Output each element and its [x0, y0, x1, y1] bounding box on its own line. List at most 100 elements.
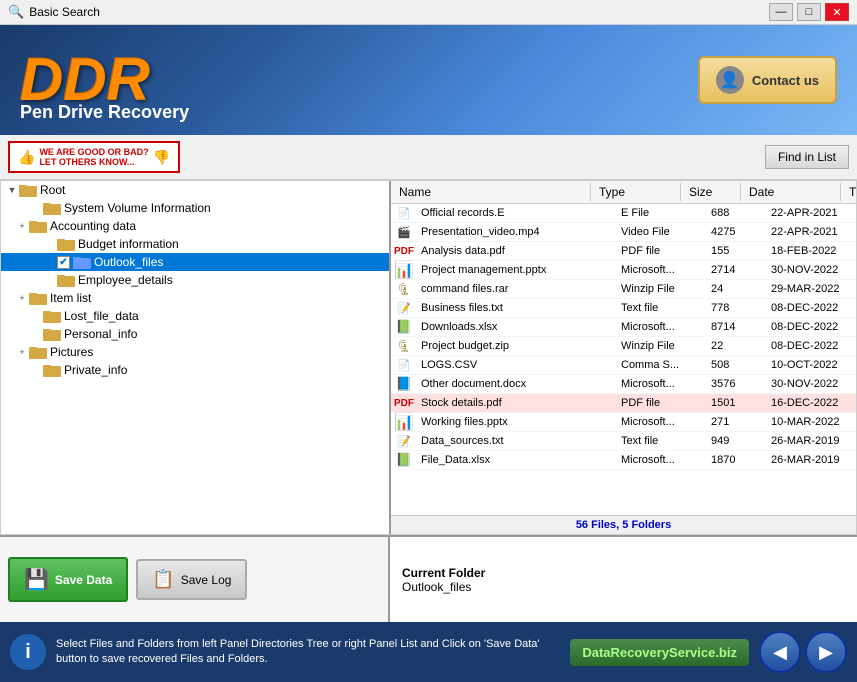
header: DDR Pen Drive Recovery 👤 Contact us: [0, 25, 857, 135]
file-size: 688: [703, 206, 763, 220]
forward-button[interactable]: ▶: [805, 631, 847, 673]
tree-root[interactable]: ▼ Root: [1, 181, 389, 199]
tree-item-personal[interactable]: ▷ Personal_info: [1, 325, 389, 343]
file-name: Presentation_video.mp4: [413, 225, 613, 239]
file-icon: 📄: [395, 357, 413, 373]
col-header-name[interactable]: Name: [391, 183, 591, 201]
file-icon: 🗜: [395, 281, 413, 297]
file-date: 30-NOV-2022: [763, 263, 856, 277]
file-icon: 🗜: [395, 338, 413, 354]
contact-avatar-icon: 👤: [716, 66, 744, 94]
file-name: Official records.E: [413, 206, 613, 220]
file-row[interactable]: 📊 Project management.pptx Microsoft... 2…: [391, 261, 856, 280]
tree-item-system-volume[interactable]: ▷ System Volume Information: [1, 199, 389, 217]
file-name: Stock details.pdf: [413, 396, 613, 410]
col-header-size[interactable]: Size: [681, 183, 741, 201]
file-type: Text file: [613, 434, 703, 448]
file-size: 22: [703, 339, 763, 353]
tree-item-pictures[interactable]: + Pictures: [1, 343, 389, 361]
file-date: 08-DEC-2022: [763, 301, 856, 315]
tree-item-budget[interactable]: ▷ Budget information: [1, 235, 389, 253]
review-badge[interactable]: 👍 WE ARE GOOD OR BAD? LET OTHERS KNOW...…: [8, 141, 180, 173]
file-row[interactable]: 📗 Downloads.xlsx Microsoft... 8714 08-DE…: [391, 318, 856, 337]
file-row[interactable]: 🎬 Presentation_video.mp4 Video File 4275…: [391, 223, 856, 242]
file-row[interactable]: 🗜 command files.rar Winzip File 24 29-MA…: [391, 280, 856, 299]
expand-accounting-icon[interactable]: +: [15, 219, 29, 233]
file-type: Microsoft...: [613, 415, 703, 429]
folder-icon: [57, 273, 75, 287]
close-button[interactable]: ✕: [825, 3, 849, 21]
save-log-button[interactable]: 📋 Save Log: [136, 559, 247, 600]
file-icon: 📊: [395, 414, 413, 430]
file-type: Microsoft...: [613, 453, 703, 467]
status-text: Select Files and Folders from left Panel…: [56, 637, 560, 668]
website-badge: DataRecoveryService.biz: [570, 639, 749, 666]
file-icon: 📊: [395, 262, 413, 278]
file-count-status: 56 Files, 5 Folders: [391, 515, 856, 534]
file-type: Microsoft...: [613, 320, 703, 334]
restore-button[interactable]: □: [797, 3, 821, 21]
file-list-body: 📄 Official records.E E File 688 22-APR-2…: [391, 204, 856, 515]
toolbar: 👍 WE ARE GOOD OR BAD? LET OTHERS KNOW...…: [0, 135, 857, 180]
col-header-time[interactable]: Time: [841, 183, 856, 201]
file-name: Project budget.zip: [413, 339, 613, 353]
outlook-checkbox[interactable]: ✔: [57, 256, 70, 269]
tree-item-employee[interactable]: ▷ Employee_details: [1, 271, 389, 289]
file-row[interactable]: 📝 Data_sources.txt Text file 949 26-MAR-…: [391, 432, 856, 451]
folder-icon: [43, 363, 61, 377]
file-row[interactable]: 📗 File_Data.xlsx Microsoft... 1870 26-MA…: [391, 451, 856, 470]
file-size: 155: [703, 244, 763, 258]
review-text: WE ARE GOOD OR BAD? LET OTHERS KNOW...: [39, 147, 148, 167]
file-date: 10-OCT-2022: [763, 358, 856, 372]
file-size: 778: [703, 301, 763, 315]
file-row[interactable]: 📄 Official records.E E File 688 22-APR-2…: [391, 204, 856, 223]
file-list-panel: Name Type Size Date Time 📄 Official reco…: [391, 181, 856, 534]
folder-icon: [29, 291, 47, 305]
save-data-button[interactable]: 💾 Save Data: [8, 557, 128, 602]
contact-button[interactable]: 👤 Contact us: [698, 56, 837, 104]
file-icon: 📝: [395, 300, 413, 316]
expand-root-icon[interactable]: ▼: [5, 183, 19, 197]
file-row[interactable]: 📄 LOGS.CSV Comma S... 508 10-OCT-2022 04…: [391, 356, 856, 375]
file-row-highlighted[interactable]: PDF Stock details.pdf PDF file 1501 16-D…: [391, 394, 856, 413]
find-in-list-button[interactable]: Find in List: [765, 145, 849, 169]
minimize-button[interactable]: —: [769, 3, 793, 21]
file-row[interactable]: 📊 Working files.pptx Microsoft... 271 10…: [391, 413, 856, 432]
file-row[interactable]: PDF Analysis data.pdf PDF file 155 18-FE…: [391, 242, 856, 261]
save-icon: 💾: [24, 567, 49, 592]
file-name: Working files.pptx: [413, 415, 613, 429]
file-icon: 📄: [395, 205, 413, 221]
tree-item-lost[interactable]: ▷ Lost_file_data: [1, 307, 389, 325]
file-name: LOGS.CSV: [413, 358, 613, 372]
tree-item-outlook-files[interactable]: ▷ ✔ Outlook_files: [1, 253, 389, 271]
file-size: 8714: [703, 320, 763, 334]
tree-item-itemlist[interactable]: + Item list: [1, 289, 389, 307]
info-icon: i: [10, 634, 46, 670]
file-row[interactable]: 🗜 Project budget.zip Winzip File 22 08-D…: [391, 337, 856, 356]
file-name: Project management.pptx: [413, 263, 613, 277]
file-size: 1870: [703, 453, 763, 467]
tree-item-private[interactable]: ▷ Private_info: [1, 361, 389, 379]
file-icon: 🎬: [395, 224, 413, 240]
file-row[interactable]: 📝 Business files.txt Text file 778 08-DE…: [391, 299, 856, 318]
main-content: ▼ Root ▷ System Volume Information + Acc…: [0, 180, 857, 535]
tree-item-accounting[interactable]: + Accounting data: [1, 217, 389, 235]
ddr-logo: DDR: [20, 50, 150, 110]
titlebar-buttons: — □ ✕: [769, 3, 849, 21]
file-icon: 📗: [395, 452, 413, 468]
file-row[interactable]: 📘 Other document.docx Microsoft... 3576 …: [391, 375, 856, 394]
current-folder-value: Outlook_files: [402, 580, 845, 594]
col-header-date[interactable]: Date: [741, 183, 841, 201]
root-folder-icon: [19, 183, 37, 197]
file-date: 18-FEB-2022: [763, 244, 856, 258]
file-type: Video File: [613, 225, 703, 239]
file-name: Data_sources.txt: [413, 434, 613, 448]
expand-pictures-icon[interactable]: +: [15, 345, 29, 359]
current-folder-label: Current Folder: [402, 566, 845, 580]
folder-icon: [43, 327, 61, 341]
folder-icon: [29, 345, 47, 359]
expand-itemlist-icon[interactable]: +: [15, 291, 29, 305]
back-button[interactable]: ◀: [759, 631, 801, 673]
file-date: 08-DEC-2022: [763, 320, 856, 334]
col-header-type[interactable]: Type: [591, 183, 681, 201]
